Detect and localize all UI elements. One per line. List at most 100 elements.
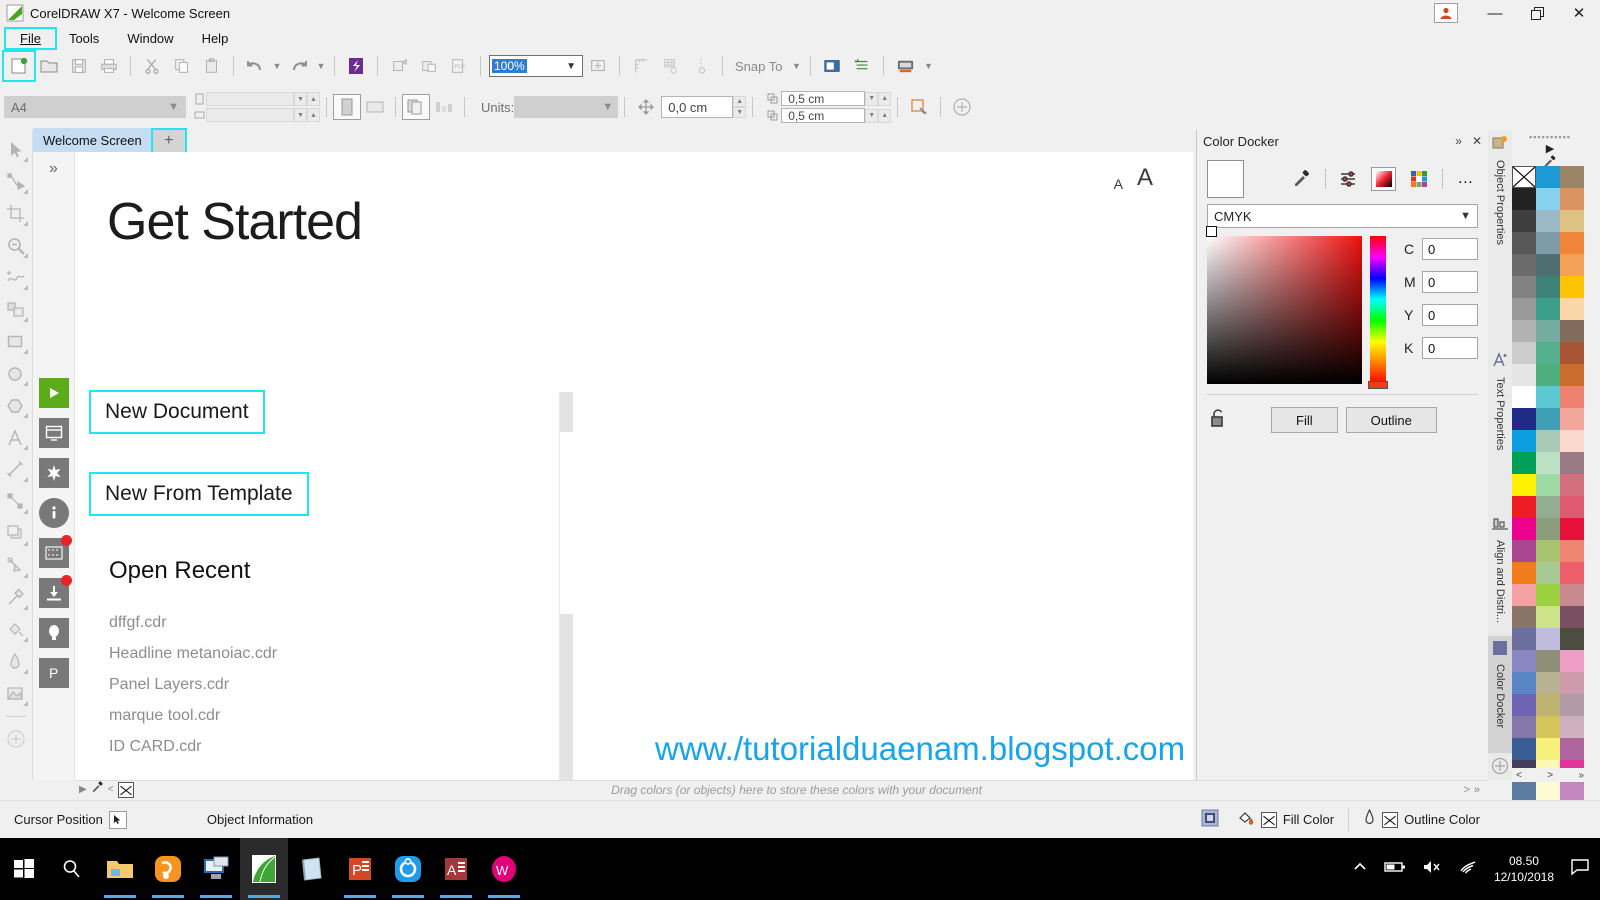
palette-swatch[interactable] xyxy=(1536,320,1560,342)
drop-shadow-tool-icon[interactable] xyxy=(2,518,30,550)
palette-swatch[interactable] xyxy=(1512,738,1536,760)
color-eyedropper-tool-icon[interactable] xyxy=(2,582,30,614)
launcher-dropdown-arrow-icon[interactable]: ▼ xyxy=(920,52,936,80)
palette-swatch[interactable] xyxy=(1560,188,1584,210)
import-icon[interactable] xyxy=(384,52,414,80)
palette-swatch[interactable] xyxy=(1512,188,1536,210)
page-width-input[interactable] xyxy=(206,92,294,106)
paste-icon[interactable] xyxy=(197,52,227,80)
smart-fill-tool-icon[interactable] xyxy=(2,294,30,326)
search-icon[interactable] xyxy=(48,838,96,900)
snap-to-label[interactable]: Snap To xyxy=(729,59,788,74)
palette-swatch[interactable] xyxy=(1512,518,1536,540)
polygon-tool-icon[interactable] xyxy=(2,390,30,422)
battery-icon[interactable] xyxy=(1384,860,1406,879)
portrait-orientation-icon[interactable] xyxy=(333,94,361,120)
palette-swatch[interactable] xyxy=(1560,628,1584,650)
undo-dropdown-arrow-icon[interactable]: ▼ xyxy=(270,52,284,80)
restore-button[interactable] xyxy=(1516,0,1558,26)
nudge-distance-input[interactable]: 0,0 cm xyxy=(661,96,734,118)
tab-welcome-screen[interactable]: Welcome Screen xyxy=(33,128,152,152)
palette-swatch[interactable] xyxy=(1536,628,1560,650)
units-combobox[interactable]: ▼ xyxy=(514,96,619,118)
palette-swatch[interactable] xyxy=(1560,430,1584,452)
palette-swatch[interactable] xyxy=(1560,540,1584,562)
straight-line-connector-tool-icon[interactable] xyxy=(2,486,30,518)
uc-browser-icon[interactable] xyxy=(144,838,192,900)
palette-swatch[interactable] xyxy=(1512,386,1536,408)
palette-swatch[interactable] xyxy=(1560,716,1584,738)
docker-tab-align-distribute[interactable]: Align and Distri... xyxy=(1488,510,1512,636)
spin-down-icon[interactable]: ▼ xyxy=(865,108,879,123)
palette-swatch[interactable] xyxy=(1560,320,1584,342)
show-hidden-icons-icon[interactable] xyxy=(1352,859,1368,880)
channel-k-input[interactable]: 0 xyxy=(1422,337,1478,359)
palette-next-button[interactable]: > xyxy=(1547,770,1553,781)
new-from-template-button[interactable]: New From Template xyxy=(89,472,309,516)
page-width-spinners[interactable]: ▼ ▲ xyxy=(294,92,320,106)
color-model-combobox[interactable]: CMYK ▼ xyxy=(1207,204,1478,228)
palette-swatch[interactable] xyxy=(1560,606,1584,628)
palette-swatch[interactable] xyxy=(1536,738,1560,760)
powerpoint-icon[interactable]: P xyxy=(336,838,384,900)
palette-swatch[interactable] xyxy=(1536,408,1560,430)
action-center-icon[interactable] xyxy=(1570,858,1590,881)
nudge-spinners[interactable]: ▲ ▼ xyxy=(733,96,747,118)
channel-c-input[interactable]: 0 xyxy=(1422,238,1478,260)
strip-more-button[interactable]: » xyxy=(1474,784,1488,796)
rectangle-tool-icon[interactable] xyxy=(2,326,30,358)
palette-swatch[interactable] xyxy=(1512,562,1536,584)
notebook-app-icon[interactable] xyxy=(288,838,336,900)
palette-expand-arrow-icon[interactable]: ▶ xyxy=(1546,142,1554,155)
workspace-icon[interactable] xyxy=(38,418,69,448)
palette-swatch[interactable] xyxy=(1512,694,1536,716)
palette-swatch[interactable] xyxy=(1560,166,1584,188)
palette-swatch[interactable] xyxy=(1536,606,1560,628)
palette-swatch[interactable] xyxy=(1536,562,1560,584)
palette-swatch[interactable] xyxy=(1560,232,1584,254)
palette-swatch[interactable] xyxy=(1560,276,1584,298)
close-button[interactable]: ✕ xyxy=(1558,0,1600,26)
palette-swatch[interactable] xyxy=(1536,716,1560,738)
more-options-icon[interactable]: … xyxy=(1453,167,1478,191)
color-viewers-icon[interactable] xyxy=(1371,167,1397,191)
treat-as-filled-icon[interactable] xyxy=(904,93,934,121)
all-pages-icon[interactable] xyxy=(402,94,430,120)
palette-swatch[interactable] xyxy=(1536,188,1560,210)
palette-swatch[interactable] xyxy=(1512,298,1536,320)
spin-down-icon[interactable]: ▼ xyxy=(294,92,307,106)
palette-swatch[interactable] xyxy=(1560,650,1584,672)
palette-swatch[interactable] xyxy=(1512,408,1536,430)
chevron-down-icon[interactable]: ▼ xyxy=(566,61,580,72)
current-color-swatch[interactable] xyxy=(1207,160,1245,198)
collapse-docker-icon[interactable]: » xyxy=(1455,134,1462,148)
palette-swatch[interactable] xyxy=(1560,584,1584,606)
hue-slider-thumb[interactable] xyxy=(1368,381,1389,389)
page-size-combobox[interactable]: A4 ▼ xyxy=(4,96,186,118)
list-item[interactable]: ID CARD.cdr xyxy=(109,738,277,756)
palette-swatch[interactable] xyxy=(1512,364,1536,386)
close-docker-icon[interactable]: ✕ xyxy=(1472,134,1482,148)
minimize-button[interactable]: — xyxy=(1474,0,1516,26)
coreldraw-icon[interactable] xyxy=(240,838,288,900)
outline-pen-icon[interactable] xyxy=(1363,808,1376,830)
fill-bucket-icon[interactable] xyxy=(1237,809,1255,830)
membership-icon[interactable] xyxy=(38,618,69,648)
open-folder-icon[interactable] xyxy=(34,52,64,80)
palette-swatch[interactable] xyxy=(1560,496,1584,518)
no-color-x-icon[interactable] xyxy=(117,781,134,798)
duplicate-y-input[interactable]: 0,5 cm xyxy=(781,108,866,123)
application-launcher-icon[interactable] xyxy=(890,52,920,80)
taskbar-clock[interactable]: 08.50 12/10/2018 xyxy=(1494,853,1554,885)
outline-button[interactable]: Outline xyxy=(1345,407,1437,433)
chevron-down-icon[interactable]: ▼ xyxy=(168,101,185,113)
palette-swatch[interactable] xyxy=(1512,452,1536,474)
palette-swatch[interactable] xyxy=(1536,364,1560,386)
cut-scissors-icon[interactable] xyxy=(137,52,167,80)
spin-up-icon[interactable]: ▲ xyxy=(733,96,747,107)
text-size-small-button[interactable]: A xyxy=(1114,176,1123,192)
palette-swatch[interactable] xyxy=(1512,232,1536,254)
wifi-icon[interactable] xyxy=(1458,859,1478,880)
palette-swatch[interactable] xyxy=(1536,210,1560,232)
spin-down-icon[interactable]: ▼ xyxy=(865,91,879,106)
